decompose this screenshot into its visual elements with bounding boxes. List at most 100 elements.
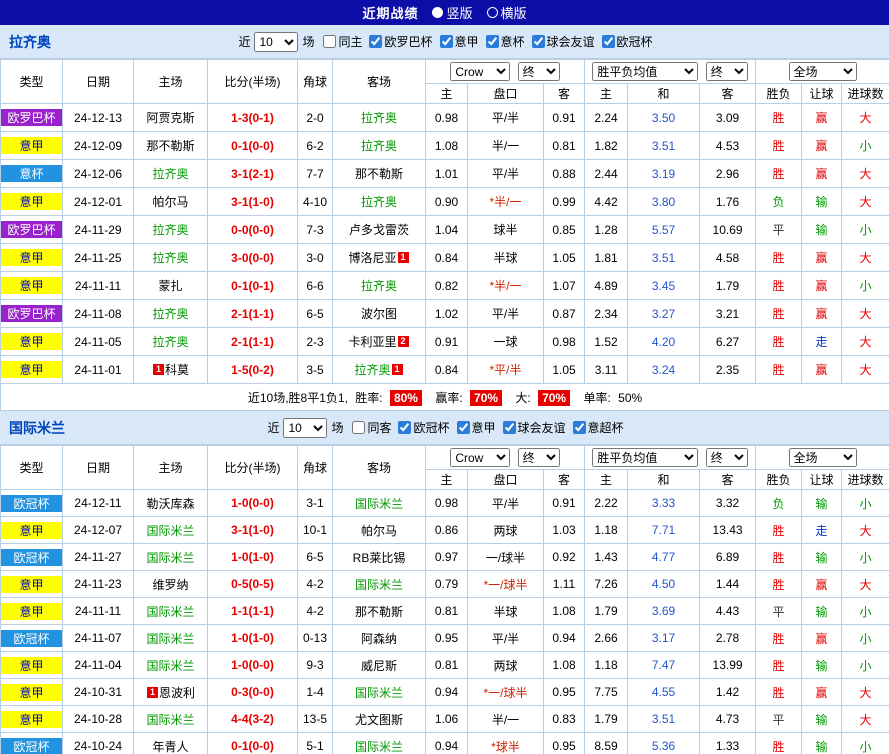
asian-home-odds: 0.81: [425, 651, 468, 679]
team-name-text: 维罗纳: [152, 577, 189, 592]
competition-filter-checkbox[interactable]: [456, 421, 470, 434]
result-goals: 小: [841, 597, 889, 625]
handicap: 半球: [467, 243, 544, 272]
competition-filter-checkbox[interactable]: [572, 421, 586, 434]
euro-away-odds: 6.27: [699, 327, 757, 356]
away-team: 拉齐奥: [332, 187, 426, 216]
corner-score: 13-5: [297, 705, 333, 733]
competition-filter-checkbox[interactable]: [502, 421, 516, 434]
competition-filter-checkbox[interactable]: [398, 421, 412, 434]
team-name-text: 国际米兰: [146, 550, 195, 565]
result-outcome: 胜: [755, 299, 803, 328]
result-handicap: 赢: [801, 243, 843, 272]
asian-home-odds: 0.94: [425, 678, 468, 706]
euro-draw-odds: 3.24: [627, 355, 701, 384]
near-label: 近: [238, 35, 251, 49]
match-row: 意甲 24-11-05 拉齐奥 2-1(1-1) 2-3 卡利亚里 2 0.91 一球 0.98 1…: [0, 327, 889, 356]
competition-filter[interactable]: 意甲: [439, 33, 479, 50]
score: 0-1(0-0): [207, 131, 298, 160]
section-header-lazio: 拉齐奥 近 10 场 同主 欧罗巴杯 意甲 意杯 球会友谊 欧冠杯: [0, 25, 889, 59]
same-venue[interactable]: 同主: [323, 33, 362, 50]
team-name-text: 拉齐奥: [152, 335, 189, 349]
team-name-text: 尤文图斯: [354, 712, 403, 727]
asian-home-odds: 0.98: [425, 489, 468, 517]
score: 1-0(1-0): [207, 543, 298, 571]
scope-select[interactable]: 全场: [788, 448, 857, 467]
match-date: 24-11-11: [62, 597, 134, 625]
asian-away-odds: 0.95: [542, 678, 586, 706]
same-venue-checkbox[interactable]: [323, 35, 337, 48]
odds-stage-select[interactable]: 终: [517, 448, 560, 467]
home-team: 帕尔马: [133, 187, 208, 216]
euro-home-odds: 3.11: [584, 355, 629, 384]
euro-home-odds: 1.43: [584, 543, 629, 571]
same-venue[interactable]: 同客: [352, 419, 391, 436]
competition-filter[interactable]: 球会友谊: [531, 33, 595, 50]
match-type: 意甲: [0, 651, 63, 679]
competition-filter[interactable]: 意甲: [456, 419, 496, 436]
odds-stage-select[interactable]: 终: [517, 62, 560, 81]
result-outcome: 胜: [755, 678, 803, 706]
handicap: 两球: [467, 651, 544, 679]
result-handicap: 赢: [801, 624, 843, 652]
col-header-away: 客场: [332, 59, 426, 104]
result-goals: 大: [841, 705, 889, 733]
result-outcome: 胜: [755, 327, 803, 356]
team-name-text: 国际米兰: [146, 631, 195, 646]
match-type: 意甲: [0, 243, 63, 272]
competition-filter[interactable]: 意杯: [485, 33, 525, 50]
match-row: 欧冠杯 24-12-11 勒沃库森 1-0(0-0) 3-1 国际米兰 0.98 平/半 0.9…: [0, 489, 889, 517]
euro-home-odds: 2.66: [584, 624, 629, 652]
competition-filter[interactable]: 欧冠杯: [398, 419, 450, 436]
match-date: 24-11-23: [62, 570, 134, 598]
competition-badge: 意甲: [1, 193, 62, 210]
competition-filter[interactable]: 欧冠杯: [601, 33, 653, 50]
euro-home-odds: 2.24: [584, 103, 629, 132]
bookmaker-select[interactable]: Crow: [450, 62, 511, 81]
match-row: 欧冠杯 24-11-07 国际米兰 1-0(1-0) 0-13 阿森纳 0.95 平/半 0.9…: [0, 624, 889, 652]
corner-score: 6-2: [297, 131, 333, 160]
euro-home-odds: 4.42: [584, 187, 629, 216]
competition-filter-checkbox[interactable]: [485, 35, 499, 48]
away-team: 博洛尼亚 1: [332, 243, 426, 272]
scope-select[interactable]: 全场: [788, 62, 857, 81]
result-goals: 小: [841, 732, 889, 754]
same-venue-checkbox[interactable]: [352, 421, 366, 434]
euro-avg-select[interactable]: 胜平负均值: [592, 448, 699, 467]
euro-draw-odds: 3.27: [627, 299, 701, 328]
asian-home-odds: 1.04: [425, 215, 468, 244]
match-date: 24-12-09: [62, 131, 134, 160]
result-handicap: 赢: [801, 678, 843, 706]
home-team: 勒沃库森: [133, 489, 208, 517]
asian-home-odds: 0.97: [425, 543, 468, 571]
odds-stage-select-2[interactable]: 终: [705, 62, 748, 81]
team-name-text: 拉齐奥: [152, 251, 189, 265]
asian-away-odds: 0.85: [542, 215, 586, 244]
match-count-select[interactable]: 10: [254, 31, 299, 52]
section-header-inter: 国际米兰 近 10 场 同客 欧冠杯 意甲 球会友谊 意超杯: [0, 411, 889, 445]
euro-away-odds: 3.32: [699, 489, 757, 517]
handicap: 平/半: [467, 489, 544, 517]
radio-icon[interactable]: [432, 7, 444, 18]
col-header-corner: 角球: [297, 59, 333, 104]
layout-option-horizontal[interactable]: 横版: [486, 3, 527, 22]
home-team: 拉齐奥: [133, 327, 208, 356]
odds-stage-select-2[interactable]: 终: [705, 448, 748, 467]
handicap: 平/半: [467, 159, 544, 188]
euro-avg-select[interactable]: 胜平负均值: [592, 62, 699, 81]
euro-away-odds: 3.09: [699, 103, 757, 132]
competition-filter[interactable]: 意超杯: [572, 419, 624, 436]
radio-icon[interactable]: [486, 7, 498, 18]
competition-filter[interactable]: 欧罗巴杯: [369, 33, 433, 50]
competition-filter-checkbox[interactable]: [369, 35, 383, 48]
competition-filter-checkbox[interactable]: [601, 35, 615, 48]
competition-filter-checkbox[interactable]: [439, 35, 453, 48]
score: 1-0(1-0): [207, 624, 298, 652]
competition-filter[interactable]: 球会友谊: [502, 419, 566, 436]
match-count-select[interactable]: 10: [283, 417, 328, 438]
competition-filter-checkbox[interactable]: [531, 35, 545, 48]
layout-option-vertical[interactable]: 竖版: [432, 3, 473, 22]
bookmaker-select[interactable]: Crow: [450, 448, 511, 467]
away-team: 拉齐奥: [332, 131, 426, 160]
away-team: RB莱比锡: [332, 543, 426, 571]
